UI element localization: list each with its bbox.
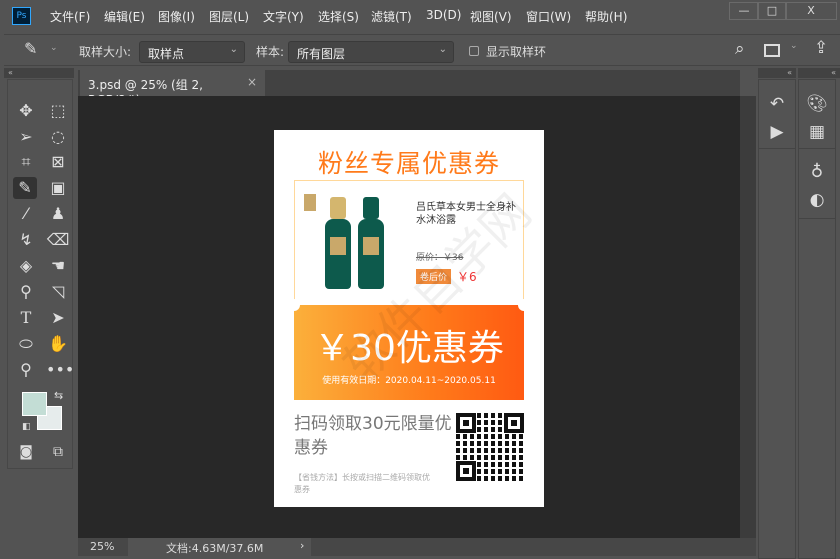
quick-mask-icon[interactable]: ◙ [14,441,38,463]
status-menu-arrow-icon[interactable]: › [300,539,304,552]
smudge-tool-icon[interactable]: ☚ [46,255,70,277]
panel-collapse[interactable]: « [798,68,840,78]
adjustments-icon[interactable]: ◐ [802,190,832,210]
paint-bucket-icon[interactable]: ◈ [14,255,38,277]
menu-view[interactable]: 视图(V) [470,8,512,25]
ellipse-tool-icon[interactable]: ⬭ [14,333,38,355]
close-button[interactable]: X [785,2,837,20]
color-palette-icon[interactable]: 🎨︎ [802,94,832,114]
menu-window[interactable]: 窗口(W) [526,8,571,25]
close-tab-icon[interactable]: × [247,75,257,89]
coupon-title: 粉丝专属优惠券 [317,149,500,178]
eyedropper-tool-icon[interactable]: ✎ [13,177,37,199]
menu-image[interactable]: 图像(I) [158,8,195,25]
swap-colors-icon[interactable]: ⇆ [54,389,63,402]
tip-text: 【省钱方法】长按或扫描二维码领取优惠券 [294,473,430,494]
pen-tool-icon[interactable]: ◹ [46,281,70,303]
sample-value: 所有图层 [297,47,346,61]
status-bar: 25% 文档:4.63M/37.6M › [78,538,756,556]
hand-tool-icon[interactable]: ✋ [46,333,70,355]
panel-dock-2: 🎨︎ ▦ ♁ ◐ [798,79,836,559]
menu-help[interactable]: 帮助(H) [585,8,627,25]
dodge-tool-icon[interactable]: ⚲ [14,281,38,303]
move-tool-icon[interactable]: ✥ [14,100,38,122]
menu-file[interactable]: 文件(F) [50,8,90,25]
document-tab[interactable]: 3.psd @ 25% (组 2, RGB/8#)× [80,70,265,107]
chevron-down-icon: ⌄ [438,44,447,55]
foreground-color-swatch[interactable] [22,392,47,416]
chevron-down-icon: ⌄ [229,44,238,55]
crop-tool-icon[interactable]: ⌗ [14,151,38,173]
minimize-button[interactable]: — [729,2,759,20]
vertical-scrollbar[interactable] [740,96,756,538]
history-brush-icon[interactable]: ↯ [14,229,38,251]
sample-size-value: 取样点 [148,47,185,61]
brush-tool-icon[interactable]: ⁄ [14,203,38,225]
screen-mode-icon[interactable]: ⧉ [46,441,70,463]
share-icon[interactable]: ⇪ [814,38,828,58]
more-tools-icon[interactable]: ••• [46,359,74,381]
sample-size-select[interactable]: 取样点 ⌄ [139,41,245,63]
maximize-button[interactable]: □ [757,2,787,20]
patch-tool-icon[interactable]: ▣ [46,177,70,199]
doc-size: 文档:4.63M/37.6M [166,542,264,555]
menu-edit[interactable]: 编辑(E) [104,8,145,25]
actions-play-icon[interactable]: ▶ [762,122,792,142]
marquee-tool-icon[interactable]: ⬚ [46,100,70,122]
swatches-grid-icon[interactable]: ▦ [802,122,832,142]
panel-dock-1: ↶ ▶ [758,79,796,559]
menu-filter[interactable]: 滤镜(T) [371,8,412,25]
sample-select[interactable]: 所有图层 ⌄ [288,41,454,63]
stamp-tool-icon[interactable]: ♟ [46,203,70,225]
chevron-down-icon[interactable]: ⌄ [790,41,798,51]
workspace-icon[interactable] [764,44,780,57]
options-bar: ✎ ⌄ 取样大小: 取样点 ⌄ 样本: 所有图层 ⌄ 显示取样环 ⌕ ⌄ ⇪ [4,34,840,66]
scan-text: 扫码领取30元限量优惠券 [294,414,452,458]
frame-tool-icon[interactable]: ⊠ [46,151,70,173]
menu-layer[interactable]: 图层(L) [209,8,249,25]
lightbulb-icon[interactable]: ♁ [802,162,832,182]
brand-logo [304,194,316,211]
path-select-icon[interactable]: ➤ [46,307,70,329]
product-bottle-image [358,197,384,289]
coupon-notch [288,299,300,311]
zoom-level[interactable]: 25% [90,540,114,553]
menu-select[interactable]: 选择(S) [318,8,359,25]
zoom-tool-icon[interactable]: ⚲ [14,359,38,381]
show-ring-checkbox[interactable] [469,46,479,56]
quick-select-tool-icon[interactable]: ◌ [46,126,70,148]
coupon-validity: 使用有效日期：2020.04.11~2020.05.11 [322,376,496,386]
artboard: 粉丝专属优惠券 吕氏草本女男士全身补水沐浴露 原价：￥36 卷后价 ￥6 ￥30… [274,130,544,507]
menu-bar: Ps 文件(F) 编辑(E) 图像(I) 图层(L) 文字(Y) 选择(S) 滤… [0,0,840,32]
chevron-down-icon[interactable]: ⌄ [50,43,58,53]
sample-label: 样本: [256,45,285,59]
type-tool-icon[interactable]: T [14,307,38,329]
toolbar-collapse[interactable]: « [4,68,74,78]
doc-info[interactable]: 文档:4.63M/37.6M › [128,538,311,556]
default-colors-icon[interactable]: ◧ [22,422,31,432]
sample-size-label: 取样大小: [79,45,132,59]
history-icon[interactable]: ↶ [762,94,792,114]
product-bottle-image [325,197,351,289]
menu-type[interactable]: 文字(Y) [263,8,304,25]
document-tabs: 3.psd @ 25% (组 2, RGB/8#)× [78,70,740,107]
lasso-tool-icon[interactable]: ➢ [14,126,38,148]
panel-collapse[interactable]: « [758,68,796,78]
search-icon[interactable]: ⌕ [735,39,745,59]
menu-3d[interactable]: 3D(D) [426,8,461,22]
qr-code [456,413,524,481]
eyedropper-icon[interactable]: ✎ [24,39,37,58]
show-ring-label: 显示取样环 [486,45,547,59]
photoshop-logo: Ps [12,7,31,25]
coupon-notch [518,299,530,311]
eraser-tool-icon[interactable]: ⌫ [46,229,70,251]
tools-panel: ✥ ⬚ ➢ ◌ ⌗ ⊠ ✎ ▣ ⁄ ♟ ↯ ⌫ ◈ ☚ ⚲ ◹ T ➤ ⬭ ✋ … [7,79,74,469]
